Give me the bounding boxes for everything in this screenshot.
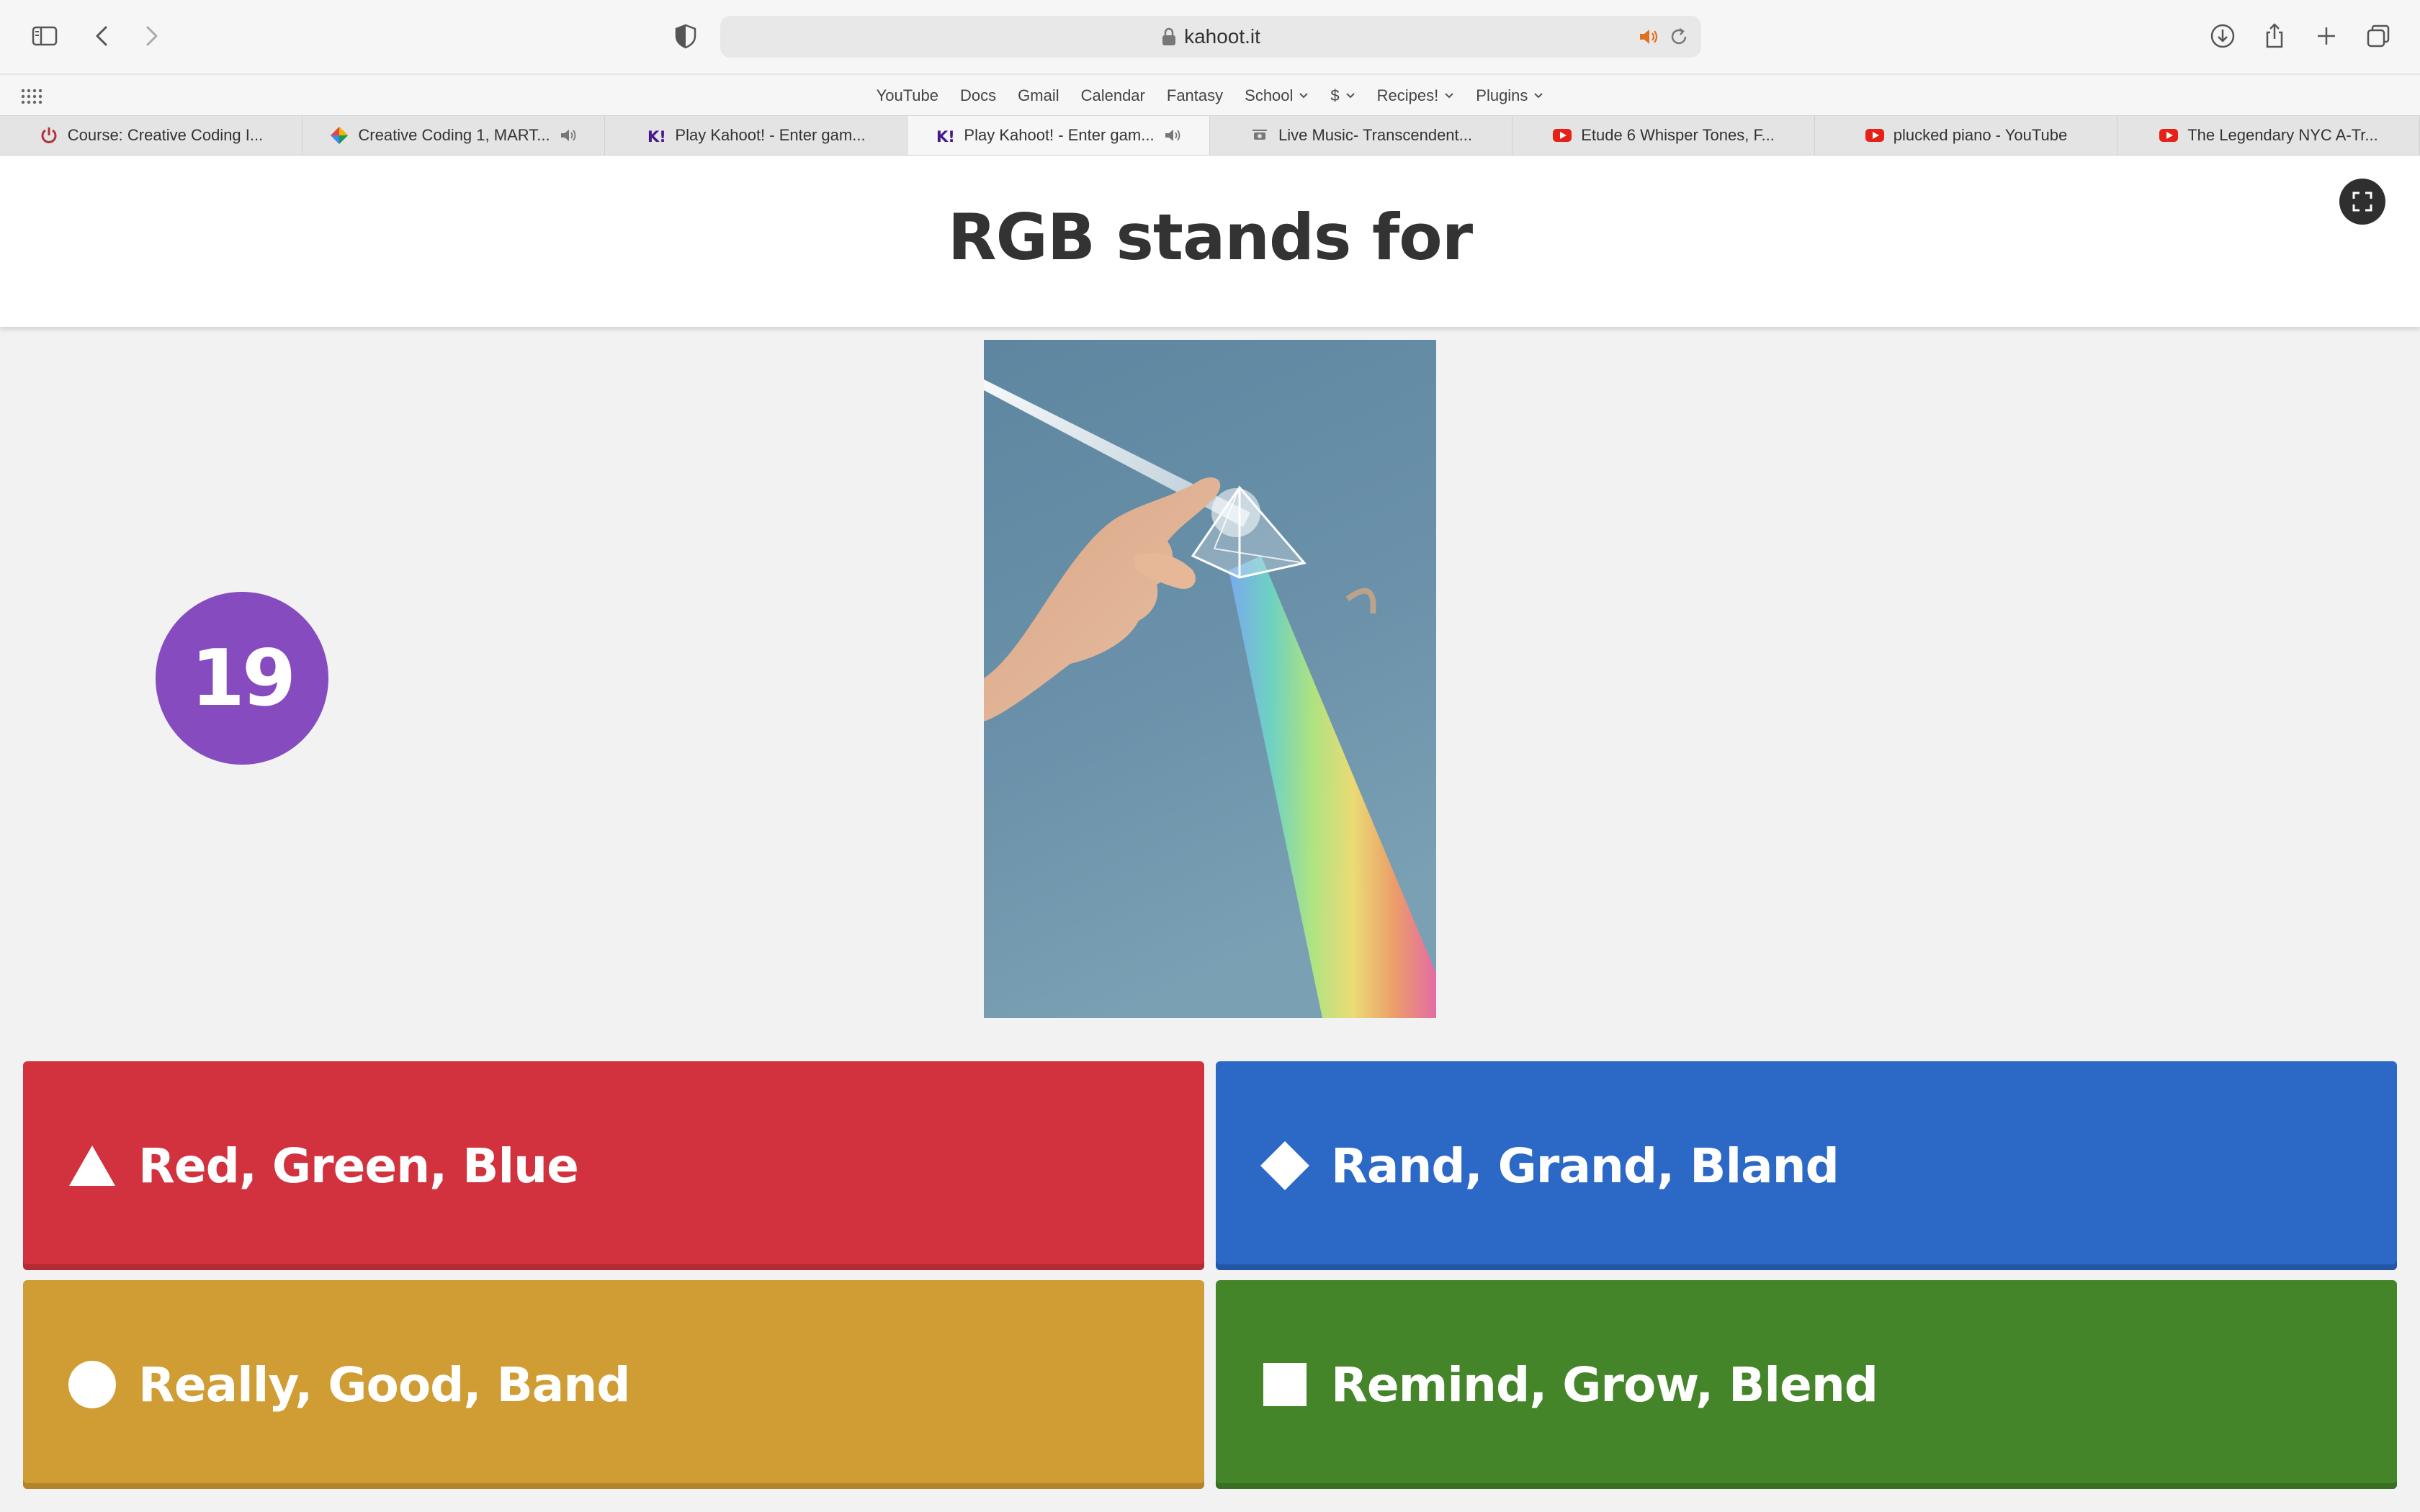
- address-bar[interactable]: kahoot.it: [720, 16, 1701, 58]
- question-image: [984, 340, 1436, 1018]
- fullscreen-icon: [2352, 192, 2372, 212]
- favorite-label: Plugins: [1476, 86, 1528, 104]
- youtube-icon: [2159, 125, 2179, 145]
- tab-label: Course: Creative Coding I...: [67, 126, 264, 144]
- answer-button-blue[interactable]: Rand, Grand, Bland: [1216, 1061, 2397, 1270]
- download-icon: [2210, 24, 2235, 48]
- tab-overview-button[interactable]: [2358, 16, 2398, 56]
- countdown-timer: 19: [156, 592, 328, 765]
- answer-label: Rand, Grand, Bland: [1331, 1138, 1839, 1194]
- tab-label: Creative Coding 1, MART...: [358, 126, 550, 144]
- browser-tab[interactable]: Live Music- Transcendent...: [1210, 116, 1512, 155]
- kahoot-icon: K!: [646, 125, 666, 145]
- favorite-item[interactable]: Fantasy: [1167, 86, 1223, 105]
- lock-icon: [1162, 27, 1176, 45]
- answer-button-yellow[interactable]: Really, Good, Band: [23, 1280, 1204, 1489]
- tab-audio-icon[interactable]: [1163, 126, 1182, 145]
- favorite-item[interactable]: Recipes!: [1377, 86, 1455, 105]
- prism-rainbow-image: [984, 340, 1436, 1018]
- favorite-item[interactable]: Plugins: [1476, 86, 1543, 105]
- plus-icon: [2318, 27, 2335, 45]
- tab-label: The Legendary NYC A-Tr...: [2187, 126, 2378, 144]
- favorite-label: $: [1330, 86, 1340, 104]
- svg-text:K!: K!: [936, 128, 955, 145]
- chevron-down-icon: [1445, 93, 1453, 99]
- browser-tab[interactable]: Creative Coding 1, MART...: [302, 116, 605, 155]
- share-button[interactable]: [2254, 16, 2295, 56]
- answer-button-red[interactable]: Red, Green, Blue: [23, 1061, 1204, 1270]
- chevron-down-icon: [1299, 93, 1309, 99]
- browser-tab[interactable]: The Legendary NYC A-Tr...: [2118, 116, 2420, 155]
- youtube-icon: [1552, 125, 1572, 145]
- favorite-label: YouTube: [876, 86, 939, 104]
- colorful-diamond-icon: [329, 125, 349, 145]
- favorite-item[interactable]: Calendar: [1081, 86, 1145, 105]
- chevron-down-icon: [1345, 93, 1355, 99]
- sidebar-toggle-button[interactable]: [24, 16, 65, 56]
- browser-tab[interactable]: Course: Creative Coding I...: [0, 116, 302, 155]
- favorite-item[interactable]: YouTube: [877, 86, 938, 105]
- svg-text:K!: K!: [647, 128, 666, 145]
- kahoot-icon: K!: [935, 125, 955, 145]
- downloads-button[interactable]: [2202, 16, 2243, 56]
- music-icon: [1250, 125, 1270, 145]
- answer-label: Remind, Grow, Blend: [1331, 1356, 1878, 1413]
- chevron-down-icon: [1534, 93, 1543, 99]
- answer-label: Really, Good, Band: [138, 1356, 631, 1413]
- fullscreen-button[interactable]: [2339, 179, 2385, 225]
- tab-label: Play Kahoot! - Enter gam...: [964, 126, 1155, 144]
- favorite-item[interactable]: School: [1245, 86, 1309, 105]
- youtube-icon: [1865, 125, 1885, 145]
- browser-tab[interactable]: K! Play Kahoot! - Enter gam...: [908, 116, 1210, 155]
- question-header: RGB stands for: [0, 156, 2420, 327]
- speaker-icon[interactable]: [1636, 24, 1661, 49]
- back-button[interactable]: [82, 16, 122, 56]
- chevron-left-icon: [96, 26, 107, 46]
- tab-label: plucked piano - YouTube: [1893, 126, 2068, 144]
- browser-tab[interactable]: plucked piano - YouTube: [1815, 116, 2118, 155]
- favorite-item[interactable]: $: [1330, 86, 1355, 105]
- triangle-icon: [66, 1140, 118, 1192]
- browser-toolbar: kahoot.it: [0, 0, 2420, 73]
- answer-button-green[interactable]: Remind, Grow, Blend: [1216, 1280, 2397, 1489]
- shield-icon: [675, 24, 696, 49]
- tab-label: Live Music- Transcendent...: [1278, 126, 1472, 144]
- question-title: RGB stands for: [947, 200, 1473, 274]
- sidebar-icon: [32, 26, 58, 46]
- favorite-item[interactable]: Docs: [960, 86, 996, 105]
- privacy-report-button[interactable]: [666, 16, 706, 56]
- address-text: kahoot.it: [1184, 25, 1260, 48]
- reload-icon[interactable]: [1667, 24, 1691, 49]
- tab-audio-icon[interactable]: [559, 126, 578, 145]
- favorite-label: Calendar: [1080, 86, 1145, 104]
- favorite-label: Recipes!: [1376, 86, 1439, 104]
- tab-label: Play Kahoot! - Enter gam...: [675, 126, 866, 144]
- browser-tab[interactable]: Etude 6 Whisper Tones, F...: [1512, 116, 1815, 155]
- favorites-list: YouTube Docs Gmail Calendar Fantasy School $ Re…: [0, 75, 2420, 117]
- chevron-right-icon: [146, 26, 158, 46]
- share-icon: [2266, 23, 2283, 48]
- power-icon: [39, 125, 59, 145]
- diamond-icon: [1259, 1140, 1311, 1192]
- tab-label: Etude 6 Whisper Tones, F...: [1581, 126, 1775, 144]
- answer-label: Red, Green, Blue: [138, 1138, 579, 1194]
- favorite-label: Docs: [960, 86, 997, 104]
- tab-strip: Course: Creative Coding I... Creative Cod…: [0, 115, 2420, 156]
- tabs-overview-icon: [2367, 24, 2390, 48]
- new-tab-button[interactable]: [2306, 16, 2347, 56]
- favorite-label: Gmail: [1018, 86, 1059, 104]
- favorite-label: School: [1245, 86, 1294, 104]
- square-icon: [1259, 1359, 1311, 1410]
- forward-button[interactable]: [131, 16, 171, 56]
- favorite-item[interactable]: Gmail: [1018, 86, 1059, 105]
- circle-icon: [66, 1359, 118, 1410]
- browser-tab[interactable]: K! Play Kahoot! - Enter gam...: [605, 116, 908, 155]
- favorite-label: Fantasy: [1166, 86, 1224, 104]
- favorites-bar: YouTube Docs Gmail Calendar Fantasy School $ Re…: [0, 73, 2420, 115]
